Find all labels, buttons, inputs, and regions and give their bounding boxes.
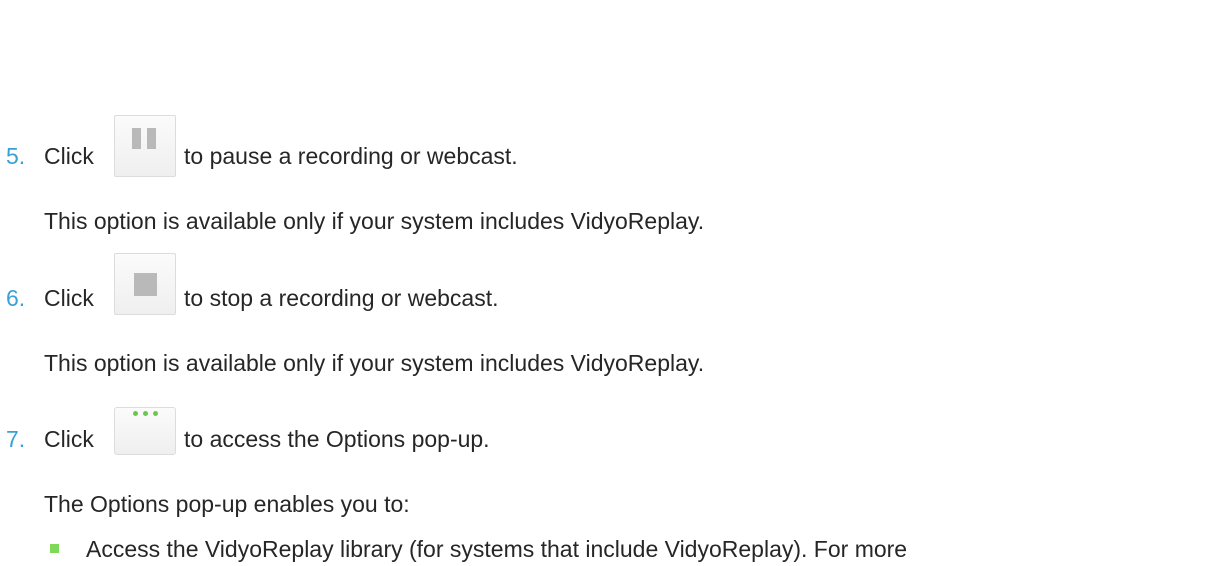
step-note: This option is available only if your sy… (44, 350, 705, 376)
step-number: 7. (6, 426, 26, 452)
click-label: Click (44, 285, 94, 311)
more-options-icon (115, 411, 175, 423)
step-number: 6. (6, 285, 26, 311)
click-label: Click (44, 426, 94, 452)
step-note: This option is available only if your sy… (44, 208, 705, 234)
pause-button (114, 115, 176, 177)
step-note: The Options pop-up enables you to: (44, 491, 410, 517)
stop-icon (134, 273, 157, 296)
options-button (114, 407, 176, 455)
step-text: to pause a recording or webcast. (184, 143, 518, 169)
click-label: Click (44, 143, 94, 169)
step-text: to access the Options pop-up. (184, 426, 490, 452)
pause-icon (132, 128, 158, 149)
document-page: 5. Click to pause a recording or webcast… (0, 0, 1219, 562)
bullet-text-line1: Access the VidyoReplay library (for syst… (86, 536, 908, 562)
bullet-marker (50, 544, 59, 553)
stop-button (114, 253, 176, 315)
step-number: 5. (6, 143, 26, 169)
step-text: to stop a recording or webcast. (184, 285, 499, 311)
